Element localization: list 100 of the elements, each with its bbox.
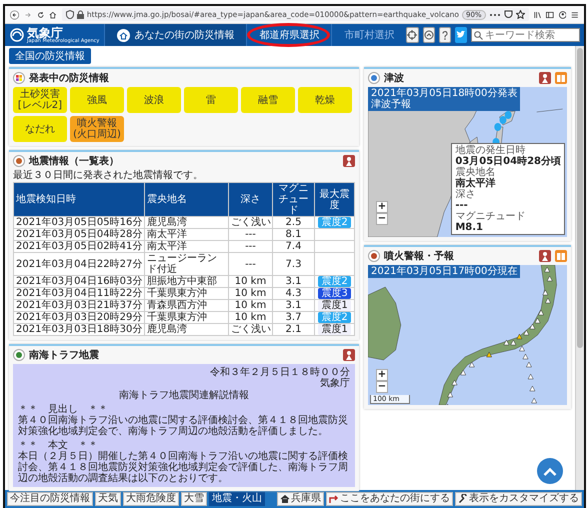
intensity-badge: 震度2 (318, 312, 351, 323)
warning-tile[interactable]: 乾燥 (298, 87, 352, 113)
map-timestamp: 2021年03月05日17時00分現在 (368, 265, 520, 278)
logo-text[interactable]: 気象庁 (27, 26, 100, 38)
panel-title: 発表中の防災情報 (29, 72, 110, 85)
table-row[interactable]: 2021年03月03日20時29分 千葉県東方沖 10 km 3.7 震度2 (14, 312, 354, 324)
warning-tile[interactable]: 融雪 (241, 87, 295, 113)
nav-menu-item[interactable]: あなたの街の防災情報 (104, 24, 246, 46)
warning-tile[interactable]: 波浪 (127, 87, 181, 113)
warning-tile[interactable]: 土砂災害 [レベル2] (13, 87, 67, 113)
zoom-out-button[interactable]: − (376, 381, 388, 393)
table-row[interactable]: 2021年03月03日21時37分 青森県西方沖 10 km 3.1 震度1 (14, 300, 354, 312)
share-button[interactable] (454, 27, 468, 43)
sidebar-icon[interactable] (546, 10, 554, 20)
warning-tile[interactable]: 雷 (184, 87, 238, 113)
home-icon[interactable] (49, 10, 57, 20)
footer-action-button[interactable]: ここをあなたの街にする (326, 492, 453, 506)
zoom-in-button[interactable]: + (376, 369, 388, 381)
nav-menu-item[interactable]: 都道府県選択 (246, 24, 332, 46)
intensity-badge: 震度2 (318, 276, 351, 287)
zoom-out-button[interactable]: − (376, 213, 388, 225)
logo-icon (10, 28, 24, 42)
person-icon[interactable] (539, 72, 551, 84)
page-scrollbar[interactable] (575, 46, 584, 490)
category-tab[interactable]: 天気 (95, 492, 121, 506)
reload-icon[interactable] (36, 10, 44, 20)
house-icon (280, 494, 290, 504)
table-row[interactable]: 2021年03月05日05時16分 鹿児島湾 ごく浅い 2.5 震度2 (14, 216, 354, 228)
footer-action-button[interactable]: 兵庫県 (277, 492, 324, 506)
bird-icon (456, 30, 466, 40)
help-button[interactable] (438, 27, 451, 43)
table-cell: --- (228, 228, 272, 240)
arrow-icon (329, 494, 339, 504)
menu-icon[interactable] (571, 10, 579, 20)
nationwide-tab[interactable]: 全国の防災情報 (9, 48, 91, 64)
search-field[interactable]: キーワード検索 (471, 28, 580, 42)
table-cell: 3.1 (272, 276, 314, 288)
pocket-icon[interactable] (504, 10, 513, 19)
column-header: 深さ (228, 182, 272, 216)
zoom-in-button[interactable]: + (376, 201, 388, 213)
display-button[interactable] (422, 27, 435, 43)
gps-button[interactable] (406, 27, 419, 43)
bulletin-date: 気象庁 (319, 378, 350, 389)
map-drawing[interactable] (368, 265, 567, 405)
warning-tile[interactable]: 強風 (70, 87, 124, 113)
chevron-up-icon (543, 466, 557, 476)
table-row[interactable]: 2021年03月04日16時03分 胆振地方中東部 10 km 3.1 震度2 (14, 276, 354, 288)
search-icon (474, 30, 484, 40)
table-cell: 南太平洋 (144, 240, 228, 252)
category-tab[interactable]: 地震・火山 (209, 492, 265, 506)
table-row[interactable]: 2021年03月05日02時41分 南太平洋 --- 7.4 (14, 240, 354, 252)
category-tab[interactable]: 大雨危険度 (123, 492, 179, 506)
category-tab[interactable]: 今注目の防災情報 (7, 492, 93, 506)
table-cell: ニュージーランド付近 (144, 252, 228, 276)
shield-icon (66, 10, 74, 19)
table-cell: 南太平洋 (144, 228, 228, 240)
panel-title: 南海トラフ地震 (29, 348, 100, 362)
table-cell: 胆振地方中東部 (144, 276, 228, 288)
table-cell: 3.7 (272, 312, 314, 324)
table-cell: 千葉県東方沖 (144, 288, 228, 300)
footer-action-button[interactable]: 表示をカスタマイズする (455, 492, 582, 506)
gauge-icon (424, 30, 434, 40)
wrench-icon (458, 494, 468, 504)
table-cell: 2.1 (272, 324, 314, 336)
category-tab[interactable]: 大雪 (181, 492, 207, 506)
table-cell: 青森県西方沖 (144, 300, 228, 312)
table-cell: 2021年03月04日22時27分 (14, 252, 144, 276)
table-cell: 10 km (228, 288, 272, 300)
person-icon[interactable] (539, 250, 551, 262)
table-row[interactable]: 2021年03月03日18時30分 鹿児島湾 ごく浅い 2.1 震度1 (14, 324, 354, 336)
back-icon[interactable] (10, 8, 20, 20)
panel-title: 噴火警報・予報 (384, 250, 455, 263)
bulletin-heading: ＊＊ 見出し ＊＊ (18, 404, 109, 415)
table-cell: 2021年03月03日18時30分 (14, 324, 144, 336)
help-icon (440, 30, 450, 40)
grid-icon (13, 72, 25, 84)
table-row[interactable]: 2021年03月05日04時28分 南太平洋 --- 8.1 (14, 228, 354, 240)
library-icon[interactable] (534, 10, 542, 20)
table-cell: 2.5 (272, 216, 314, 228)
account-icon[interactable] (558, 10, 566, 20)
bulletin-text: 本日（２月５日）開催した第４０回南海トラフ沿いの地震に関する評価検討会、第４１８回地震防災対策強化地域判定会で評価した、南海トラフ周辺の地殻活動の調査結果は以下のとおりです。 (18, 451, 349, 484)
star-icon[interactable] (516, 10, 525, 19)
person-icon[interactable] (343, 155, 355, 167)
house-icon (117, 28, 130, 42)
column-header: 震央地名 (144, 182, 228, 216)
table-cell: 7.3 (272, 252, 314, 276)
scroll-top-button[interactable] (537, 458, 563, 484)
table-cell: 10 km (228, 276, 272, 288)
crosshair-icon (407, 30, 418, 40)
panel-title: 津波 (384, 72, 405, 85)
table-cell: 7.4 (272, 240, 314, 252)
table-cell: 2021年03月05日04時28分 (14, 228, 144, 240)
warning-tile[interactable]: なだれ (13, 116, 67, 142)
table-cell: 2021年03月03日20時29分 (14, 312, 144, 324)
warning-tile[interactable]: 噴火警報 (火口周辺) (70, 116, 124, 142)
column-header: 最大震度 (314, 182, 354, 216)
intensity-badge: 震度3 (318, 288, 351, 299)
map-timestamp: 2021年03月05日18時00分発表 津波予報 (368, 87, 520, 111)
table-row[interactable]: 2021年03月04日11時22分 千葉県東方沖 10 km 4.3 震度3 (14, 288, 354, 300)
person-icon[interactable] (343, 349, 355, 361)
